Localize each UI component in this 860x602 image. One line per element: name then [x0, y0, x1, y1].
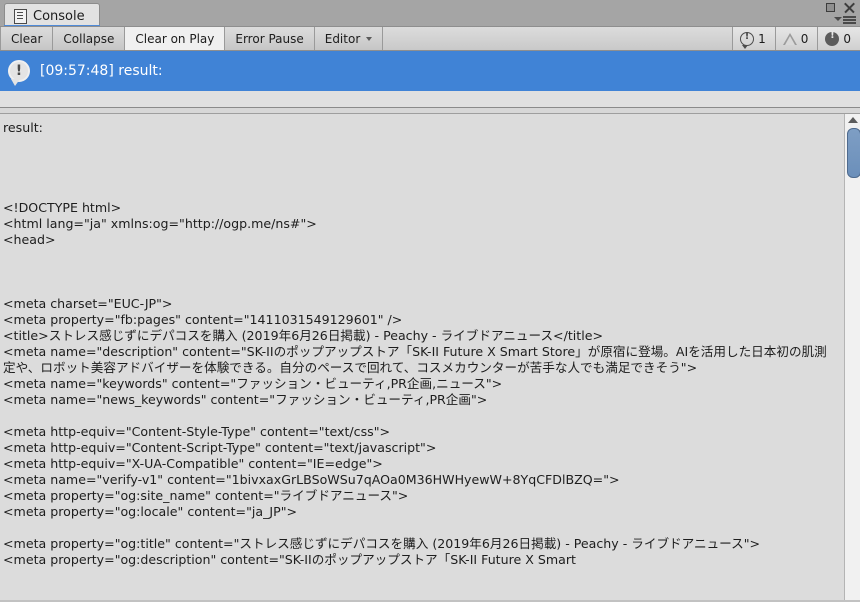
hamburger-menu-icon[interactable]: [834, 15, 856, 24]
detail-vertical-scrollbar[interactable]: [844, 114, 860, 600]
log-entry-text: [09:57:48] result:: [40, 63, 163, 79]
warning-message-icon: [782, 32, 797, 46]
scroll-up-arrow-icon[interactable]: [848, 117, 858, 123]
warning-count: 0: [800, 31, 809, 46]
clear-button[interactable]: Clear: [0, 27, 54, 50]
tab-console[interactable]: Console: [4, 3, 100, 26]
error-count: 0: [843, 31, 851, 46]
close-icon[interactable]: [843, 1, 856, 14]
error-counter[interactable]: 0: [817, 27, 860, 50]
collapse-button[interactable]: Collapse: [53, 27, 126, 50]
error-pause-button[interactable]: Error Pause: [225, 27, 315, 50]
window-controls: [824, 1, 856, 14]
info-message-icon: [740, 31, 755, 49]
error-message-icon: [825, 30, 840, 46]
warning-counter[interactable]: 0: [774, 27, 818, 50]
log-detail-pane[interactable]: result: <!DOCTYPE html> <html lang="ja" …: [0, 114, 860, 600]
maximize-icon[interactable]: [824, 1, 837, 14]
message-counters: 1 0 0: [732, 27, 860, 50]
log-detail-text: result: <!DOCTYPE html> <html lang="ja" …: [3, 120, 827, 567]
clear-on-play-button[interactable]: Clear on Play: [125, 27, 226, 50]
log-entry-selected[interactable]: [09:57:48] result:: [0, 51, 860, 91]
pane-splitter[interactable]: [0, 107, 860, 114]
document-icon: [14, 8, 27, 24]
info-message-icon: [8, 60, 30, 86]
chevron-down-icon: [366, 36, 373, 41]
info-count: 1: [758, 31, 766, 46]
tab-console-label: Console: [33, 8, 85, 24]
log-list[interactable]: [09:57:48] result:: [0, 51, 860, 107]
window-title-bar: Console: [0, 0, 860, 26]
console-toolbar: Clear Collapse Clear on Play Error Pause…: [0, 26, 860, 51]
log-list-empty-area: [0, 91, 860, 107]
toolbar-spacer: [383, 27, 733, 50]
editor-dropdown-label: Editor: [324, 31, 361, 46]
scrollbar-thumb[interactable]: [847, 128, 860, 178]
info-counter[interactable]: 1: [732, 27, 775, 50]
console-window: Console Clear Collapse Clear on Play Err…: [0, 0, 860, 602]
editor-dropdown[interactable]: Editor: [314, 27, 384, 50]
